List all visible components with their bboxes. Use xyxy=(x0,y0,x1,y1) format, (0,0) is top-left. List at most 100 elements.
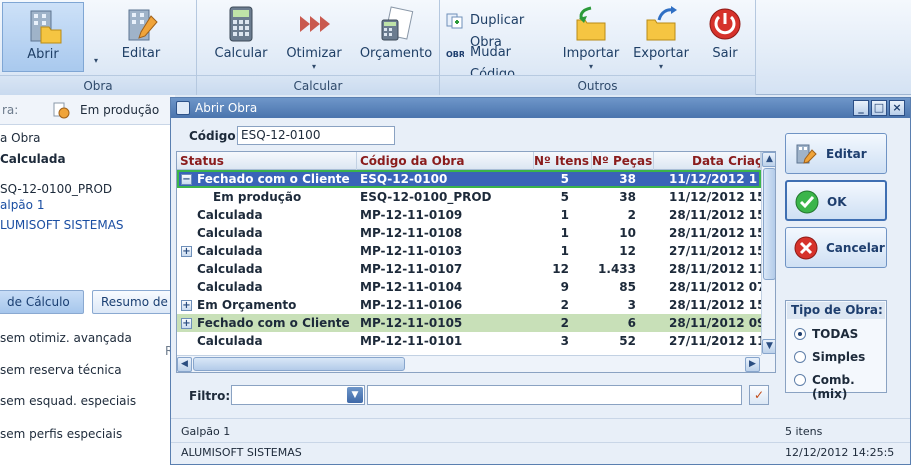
status-divider xyxy=(171,418,910,419)
building-edit-icon xyxy=(796,144,817,164)
cell-status: Calculada xyxy=(197,208,263,222)
cancelar-button[interactable]: Cancelar xyxy=(785,227,887,268)
chevron-down-icon[interactable]: ▼ xyxy=(347,387,363,403)
cell-pecas: 38 xyxy=(619,172,636,186)
chevron-down-icon: ▾ xyxy=(658,62,663,71)
cell-codigo: MP-12-11-0106 xyxy=(360,298,463,312)
ok-button[interactable]: OK xyxy=(785,180,887,221)
otimizar-button[interactable]: Otimizar ▾ xyxy=(283,2,345,72)
vertical-scrollbar[interactable]: ▲ ▼ xyxy=(761,152,775,355)
chevron-down-icon: ▾ xyxy=(588,62,593,71)
radio-label: Simples xyxy=(812,350,866,364)
list-item: sem otimiz. avançada xyxy=(0,331,132,345)
cell-codigo: MP-12-11-0104 xyxy=(360,280,463,294)
close-icon[interactable]: × xyxy=(889,100,905,116)
code-change-icon: OBR xyxy=(446,50,464,59)
collapse-icon[interactable]: − xyxy=(181,174,192,185)
scroll-corner xyxy=(761,355,775,372)
obras-grid: Status Código da Obra Nº Itens Nº Peças … xyxy=(176,151,776,373)
editar-button[interactable]: Editar xyxy=(785,133,887,174)
table-row[interactable]: + Fechado com o Cliente MP-12-11-0105 2 6 28/… xyxy=(177,314,761,332)
cell-data: 28/11/2012 09 xyxy=(669,316,761,330)
ribbon-group-label: Obra xyxy=(0,75,196,95)
horizontal-scrollbar[interactable]: ◀ ▶ xyxy=(177,355,761,372)
scroll-down-icon[interactable]: ▼ xyxy=(762,339,775,354)
table-row[interactable]: − Fechado com o Cliente ESQ-12-0100 5 38 11/1… xyxy=(177,170,761,188)
tab-calculo[interactable]: de Cálculo xyxy=(0,290,84,314)
cell-status: Calculada xyxy=(197,334,263,348)
left-panel-header: ra: Em produção xyxy=(0,95,175,125)
list-item: sem perfis especiais xyxy=(0,427,123,441)
editar-ribbon-button[interactable]: Editar xyxy=(100,2,182,72)
column-header-pecas[interactable]: Nº Peças xyxy=(592,152,654,170)
calculator-icon xyxy=(229,6,253,42)
duplicate-icon xyxy=(446,13,463,29)
scroll-up-icon[interactable]: ▲ xyxy=(762,152,775,167)
left-panel-tabs: de Cálculo Resumo de xyxy=(0,290,184,318)
radio-label: Comb. (mix) xyxy=(812,373,855,401)
left-panel-head-prefix: ra: xyxy=(2,103,19,117)
table-row[interactable]: Calculada MP-12-11-0109 1 2 28/11/2012 15 xyxy=(177,206,761,224)
radio-button[interactable] xyxy=(794,351,806,363)
filter-combo[interactable]: ▼ xyxy=(231,385,365,405)
table-row[interactable]: + Em Orçamento MP-12-11-0106 2 3 28/11/2012 1… xyxy=(177,296,761,314)
table-row[interactable]: Calculada MP-12-11-0107 12 1.433 28/11/2012 … xyxy=(177,260,761,278)
filter-input[interactable] xyxy=(367,385,742,405)
importar-label: Importar xyxy=(562,46,620,61)
expand-icon[interactable]: + xyxy=(181,300,192,311)
importar-button[interactable]: Importar ▾ xyxy=(560,2,622,72)
radio-label: TODAS xyxy=(812,327,859,341)
code-input[interactable]: ESQ-12-0100 xyxy=(237,126,395,145)
abrir-obra-dialog: Abrir Obra _ □ × Código: ESQ-12-0100 Sta… xyxy=(170,97,911,465)
table-row[interactable]: Calculada MP-12-11-0104 9 85 28/11/2012 07 xyxy=(177,278,761,296)
maximize-icon[interactable]: □ xyxy=(871,100,887,116)
orcamento-button[interactable]: Orçamento xyxy=(357,2,435,72)
radio-button[interactable] xyxy=(794,374,806,386)
cell-pecas: 10 xyxy=(619,226,636,240)
left-panel-line: Calculada xyxy=(0,152,66,166)
cell-codigo: MP-12-11-0109 xyxy=(360,208,463,222)
mudar-codigo-button[interactable]: OBR Mudar Código xyxy=(444,42,556,82)
table-row[interactable]: Em produção ESQ-12-0100_PROD 5 38 11/12/2012… xyxy=(177,188,761,206)
abrir-label: Abrir xyxy=(27,47,59,62)
horizontal-scroll-thumb[interactable] xyxy=(193,357,405,371)
radio-button[interactable] xyxy=(794,328,806,340)
cell-pecas: 85 xyxy=(619,280,636,294)
column-header-codigo[interactable]: Código da Obra xyxy=(357,152,534,170)
column-header-data[interactable]: Data Criação xyxy=(654,152,761,170)
table-row[interactable]: Calculada MP-12-11-0108 1 10 28/11/2012 15 xyxy=(177,224,761,242)
dialog-titlebar[interactable]: Abrir Obra _ □ × xyxy=(171,98,910,118)
duplicar-obra-button[interactable]: Duplicar Obra xyxy=(444,10,552,50)
cell-itens: 12 xyxy=(552,262,569,276)
apply-filter-icon[interactable]: ✓ xyxy=(749,385,769,405)
calcular-label: Calcular xyxy=(214,46,268,61)
cell-itens: 1 xyxy=(560,244,569,258)
expand-icon[interactable]: + xyxy=(181,246,192,257)
exportar-button[interactable]: Exportar ▾ xyxy=(630,2,692,72)
orcamento-label: Orçamento xyxy=(359,46,433,61)
cell-itens: 1 xyxy=(560,226,569,240)
cell-data: 11/12/2012 15 xyxy=(669,190,761,204)
dialog-title: Abrir Obra xyxy=(195,101,258,115)
code-label: Código: xyxy=(189,129,241,143)
scroll-left-icon[interactable]: ◀ xyxy=(177,357,192,372)
app-icon xyxy=(176,101,190,115)
table-row[interactable]: Calculada MP-12-11-0101 3 52 27/11/2012 11 xyxy=(177,332,761,350)
expand-icon[interactable]: + xyxy=(181,318,192,329)
calcular-button[interactable]: Calcular xyxy=(207,2,275,72)
tipo-obra-group: Tipo de Obra: TODAS Simples Comb. (mix) xyxy=(785,300,887,401)
abrir-button[interactable]: Abrir xyxy=(2,2,84,72)
cell-data: 27/11/2012 11 xyxy=(669,334,761,348)
import-folder-icon xyxy=(576,6,606,41)
scroll-right-icon[interactable]: ▶ xyxy=(745,357,760,372)
column-header-status[interactable]: Status xyxy=(177,152,357,170)
cell-codigo: ESQ-12-0100_PROD xyxy=(360,190,492,204)
vertical-scroll-thumb[interactable] xyxy=(763,168,775,280)
check-icon xyxy=(795,190,819,214)
left-panel-line: SQ-12-0100_PROD xyxy=(0,182,113,196)
table-row[interactable]: + Calculada MP-12-11-0103 1 12 27/11/2012 15 xyxy=(177,242,761,260)
chevron-down-icon[interactable]: ▾ xyxy=(94,56,98,65)
sair-button[interactable]: Sair xyxy=(700,2,750,72)
minimize-icon[interactable]: _ xyxy=(853,100,869,116)
column-header-itens[interactable]: Nº Itens xyxy=(534,152,592,170)
